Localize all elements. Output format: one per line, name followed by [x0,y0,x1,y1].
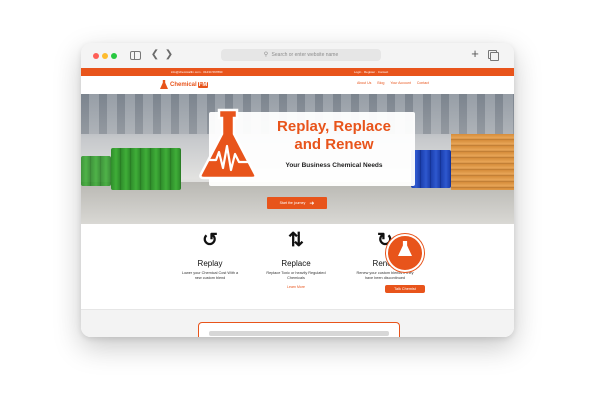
screenshot-stage: ❮ ❯ ⚲ Search or enter website name + inf… [0,0,600,408]
start-journey-button[interactable]: Start the journey ➜ [267,197,327,209]
service-replace[interactable]: ⇅ Replace Replace Toxic or heavily Regul… [256,230,336,289]
close-window-button[interactable] [93,53,99,59]
flask-logo-icon [160,80,168,89]
maximize-window-button[interactable] [111,53,117,59]
site-header: Chemical FM About Us Blog Your Account C… [81,76,514,94]
service-replay[interactable]: ↺ Replay Lower your Chemical Cost With a… [170,230,250,281]
web-page: info@chemicalfm.com · 01234 567890 Login… [81,68,514,337]
service-description: Replace Toxic or heavily Regulated Chemi… [266,271,326,280]
placeholder-line [209,331,389,336]
talk-chemist-badge[interactable] [386,234,424,272]
talk-chemist-label[interactable]: Talk Chemist [385,285,425,293]
next-section-preview [81,309,514,337]
learn-more-link[interactable]: Learn More [256,285,336,289]
flask-icon [199,108,257,180]
logo-highlight: FM [197,81,209,88]
hero-title-line-1: Replay, Replace [277,118,391,135]
address-bar[interactable]: ⚲ Search or enter website name [221,49,381,61]
site-logo[interactable]: Chemical FM [160,79,209,90]
hero-subtitle: Your Business Chemical Needs [285,162,383,169]
services-section: ↺ Replay Lower your Chemical Cost With a… [81,224,514,309]
site-topbar: info@chemicalfm.com · 01234 567890 Login… [81,68,514,76]
hero-title: Replay, Replace and Renew [253,118,415,154]
arrow-right-icon: ➜ [309,201,315,207]
green-barrels-image [81,156,111,186]
forward-icon[interactable]: ❯ [163,49,175,61]
topbar-contact-text[interactable]: info@chemicalfm.com · 01234 567890 [171,68,222,76]
nav-item-contact[interactable]: Contact [417,81,429,85]
nav-item-about[interactable]: About Us [357,81,371,85]
minimize-window-button[interactable] [102,53,108,59]
nav-item-blog[interactable]: Blog [377,81,384,85]
green-barrels-image [111,148,181,190]
tabs-overview-icon[interactable] [487,49,499,61]
start-journey-label: Start the journey [279,201,306,205]
main-nav: About Us Blog Your Account Contact [357,81,434,85]
browser-titlebar: ❮ ❯ ⚲ Search or enter website name + [81,43,514,69]
service-name: Replace [281,259,311,268]
replace-icon: ⇅ [288,230,304,251]
sidebar-icon[interactable] [129,49,141,61]
service-name: Replay [197,259,223,268]
browser-window: ❮ ❯ ⚲ Search or enter website name + inf… [81,43,514,337]
replay-icon: ↺ [202,230,218,251]
topbar-links-text[interactable]: Login · Register · Contact [354,68,388,76]
back-icon[interactable]: ❮ [149,49,161,61]
next-section-card [198,322,400,337]
nav-item-account[interactable]: Your Account [390,81,411,85]
service-description: Renew your custom blends if they have be… [356,271,414,280]
logo-text: Chemical [170,81,197,88]
blue-barrels-image [411,150,451,188]
address-bar-text: Search or enter website name [271,52,339,58]
wood-pallets-image [451,134,514,190]
new-tab-icon[interactable]: + [469,47,481,60]
service-description: Lower your Chemical Cost With a new cust… [181,271,239,280]
hero-title-line-2: and Renew [294,136,374,153]
hero-banner: Replay, Replace and Renew Your Business … [81,94,514,224]
flask-badge-icon [398,241,412,256]
search-icon: ⚲ [263,52,269,58]
